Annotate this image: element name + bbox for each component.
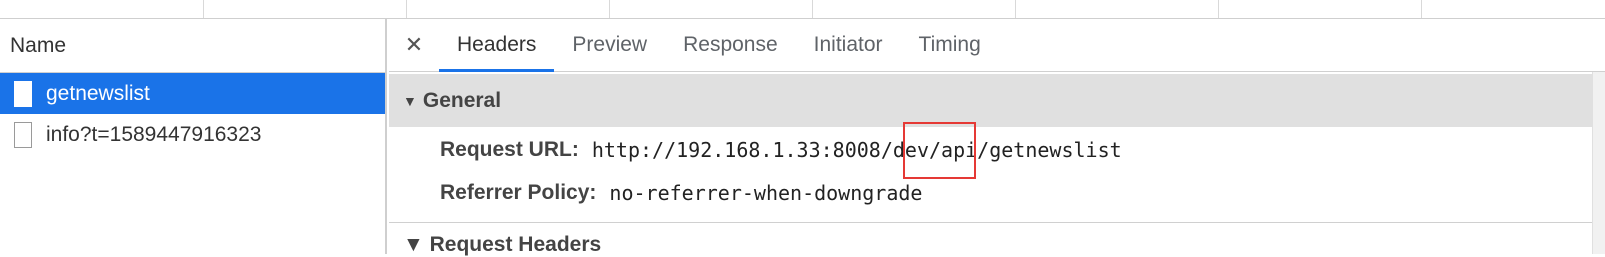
- referrer-policy-value[interactable]: no-referrer-when-downgrade: [609, 181, 922, 205]
- request-row-getnewslist[interactable]: getnewslist: [0, 73, 385, 114]
- name-column-label: Name: [10, 33, 67, 57]
- general-section-header[interactable]: ▼ General: [389, 74, 1605, 127]
- section-divider: [389, 222, 1605, 223]
- waterfall-strip: [0, 0, 1605, 19]
- general-section-title: General: [422, 88, 502, 112]
- request-url-row: Request URL: http://192.168.1.33:8008/de…: [440, 134, 1122, 166]
- waterfall-gridline: [1421, 0, 1422, 18]
- request-headers-section-title[interactable]: ▼ Request Headers: [403, 233, 601, 257]
- scrollbar[interactable]: [1592, 72, 1605, 254]
- expand-triangle-icon: ▼: [403, 92, 417, 109]
- url-highlight-box: [903, 122, 976, 179]
- request-row-info[interactable]: info?t=1589447916323: [0, 114, 385, 155]
- request-name: info?t=1589447916323: [46, 122, 262, 146]
- request-url-value[interactable]: http://192.168.1.33:8008/dev/api/getnews…: [592, 138, 1122, 162]
- waterfall-gridline: [1218, 0, 1219, 18]
- waterfall-gridline: [406, 0, 407, 18]
- tab-timing[interactable]: Timing: [901, 19, 999, 72]
- request-list-panel: Name getnewslist info?t=1589447916323: [0, 19, 387, 254]
- waterfall-gridline: [1015, 0, 1016, 18]
- request-details-panel: ✕ Headers Preview Response Initiator Tim…: [389, 19, 1605, 257]
- name-column-header[interactable]: Name: [0, 19, 385, 73]
- waterfall-gridline: [609, 0, 610, 18]
- request-name: getnewslist: [46, 81, 150, 105]
- tab-headers[interactable]: Headers: [439, 19, 555, 72]
- document-icon: [14, 80, 32, 107]
- tab-initiator[interactable]: Initiator: [796, 19, 901, 72]
- request-url-key: Request URL:: [440, 138, 579, 161]
- close-icon[interactable]: ✕: [389, 32, 439, 58]
- referrer-policy-row: Referrer Policy: no-referrer-when-downgr…: [440, 177, 922, 209]
- tab-response[interactable]: Response: [665, 19, 796, 72]
- details-tabbar: ✕ Headers Preview Response Initiator Tim…: [389, 19, 1605, 72]
- document-icon: [14, 121, 32, 148]
- waterfall-gridline: [203, 0, 204, 18]
- waterfall-gridline: [812, 0, 813, 18]
- tab-preview[interactable]: Preview: [554, 19, 665, 72]
- referrer-policy-key: Referrer Policy:: [440, 181, 597, 204]
